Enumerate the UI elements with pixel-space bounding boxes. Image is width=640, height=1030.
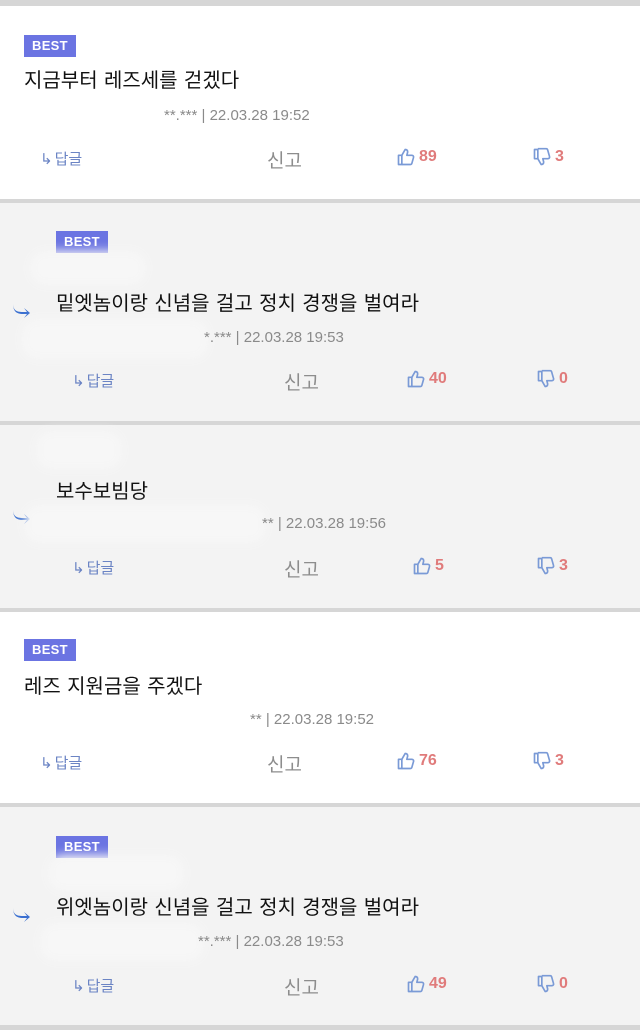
comment-text: 레즈 지원금을 주겠다	[24, 674, 203, 698]
comment-meta: *.*** | 22.03.28 19:53	[204, 329, 344, 346]
reply-arrow-icon: ↳	[72, 976, 85, 995]
comment-3: 보수보빔당 ** | 22.03.28 19:56 ↳ 답글 신고 5 3	[0, 425, 640, 608]
comment-text: 위엣놈이랑 신념을 걸고 정치 경쟁을 벌여라	[56, 895, 419, 919]
reply-label: 답글	[86, 372, 115, 390]
reply-label: 답글	[54, 754, 83, 772]
like-button[interactable]: 40	[406, 369, 447, 389]
like-count: 49	[429, 975, 447, 992]
redacted-author	[32, 513, 258, 535]
dislike-button[interactable]: 3	[536, 556, 568, 576]
reply-button[interactable]: ↳ 답글	[72, 370, 114, 391]
dislike-count: 0	[559, 370, 568, 387]
report-button[interactable]: 신고	[284, 368, 319, 395]
thumbs-up-icon	[397, 148, 415, 166]
redacted-author	[38, 259, 138, 277]
comment-meta: ** | 22.03.28 19:56	[262, 515, 386, 532]
report-button[interactable]: 신고	[267, 750, 302, 777]
comment-meta: ** | 22.03.28 19:52	[250, 711, 374, 728]
dislike-button[interactable]: 0	[536, 974, 568, 994]
comment-2: BEST 밑엣놈이랑 신념을 걸고 정치 경쟁을 벌여라 *.*** | 22.…	[0, 203, 640, 421]
like-button[interactable]: 49	[406, 974, 447, 994]
like-button[interactable]: 5	[412, 556, 444, 576]
reply-arrow-icon: ↳	[72, 371, 85, 390]
thumbs-down-icon	[533, 751, 551, 770]
report-button[interactable]: 신고	[284, 973, 319, 1000]
reply-button[interactable]: ↳ 답글	[40, 752, 82, 773]
reply-button[interactable]: ↳ 답글	[40, 148, 82, 169]
report-button[interactable]: 신고	[267, 146, 302, 173]
thumbs-down-icon	[537, 369, 555, 388]
redacted-author	[120, 708, 250, 726]
best-badge: BEST	[56, 231, 108, 253]
reply-indicator-icon	[13, 907, 30, 922]
comment-5: BEST 위엣놈이랑 신념을 걸고 정치 경쟁을 벌여라 **.*** | 22…	[0, 807, 640, 1025]
reply-label: 답글	[86, 977, 115, 995]
thumbs-up-icon	[397, 752, 415, 770]
dislike-count: 3	[559, 557, 568, 574]
reply-indicator-icon	[13, 509, 30, 524]
dislike-button[interactable]: 0	[536, 369, 568, 389]
dislike-button[interactable]: 3	[532, 147, 564, 167]
comment-meta: **.*** | 22.03.28 19:52	[164, 107, 310, 124]
like-count: 89	[419, 148, 437, 165]
comment-text: 밑엣놈이랑 신념을 걸고 정치 경쟁을 벌여라	[56, 291, 419, 315]
redacted-author	[30, 327, 200, 351]
redacted-author	[56, 863, 176, 883]
thumbs-down-icon	[537, 974, 555, 993]
dislike-button[interactable]: 3	[532, 751, 564, 771]
reply-label: 답글	[54, 150, 83, 168]
comment-text: 보수보빔당	[56, 479, 148, 503]
dislike-count: 0	[559, 975, 568, 992]
like-count: 5	[435, 557, 444, 574]
dislike-count: 3	[555, 148, 564, 165]
like-count: 76	[419, 752, 437, 769]
reply-indicator-icon	[13, 303, 30, 318]
thumbs-up-icon	[413, 557, 431, 575]
reply-arrow-icon: ↳	[40, 149, 53, 168]
thumbs-down-icon	[533, 147, 551, 166]
redacted-author	[48, 931, 196, 953]
like-button[interactable]: 89	[396, 147, 437, 167]
reply-label: 답글	[86, 559, 115, 577]
redacted-author	[30, 104, 160, 122]
comment-meta: **.*** | 22.03.28 19:53	[198, 933, 344, 950]
reply-arrow-icon: ↳	[72, 558, 85, 577]
best-badge: BEST	[56, 836, 108, 858]
dislike-count: 3	[555, 752, 564, 769]
comment-4: BEST 레즈 지원금을 주겠다 ** | 22.03.28 19:52 ↳ 답글…	[0, 612, 640, 803]
comment-text: 지금부터 레즈세를 걷겠다	[24, 68, 240, 92]
report-button[interactable]: 신고	[284, 555, 319, 582]
reply-button[interactable]: ↳ 답글	[72, 557, 114, 578]
like-button[interactable]: 76	[396, 751, 437, 771]
thumbs-up-icon	[407, 975, 425, 993]
comment-1: BEST 지금부터 레즈세를 걷겠다 **.*** | 22.03.28 19:…	[0, 6, 640, 199]
best-badge: BEST	[24, 35, 76, 57]
thumbs-down-icon	[537, 556, 555, 575]
thumbs-up-icon	[407, 370, 425, 388]
like-count: 40	[429, 370, 447, 387]
best-badge: BEST	[24, 639, 76, 661]
reply-button[interactable]: ↳ 답글	[72, 975, 114, 996]
redacted-author	[44, 439, 114, 461]
reply-arrow-icon: ↳	[40, 753, 53, 772]
